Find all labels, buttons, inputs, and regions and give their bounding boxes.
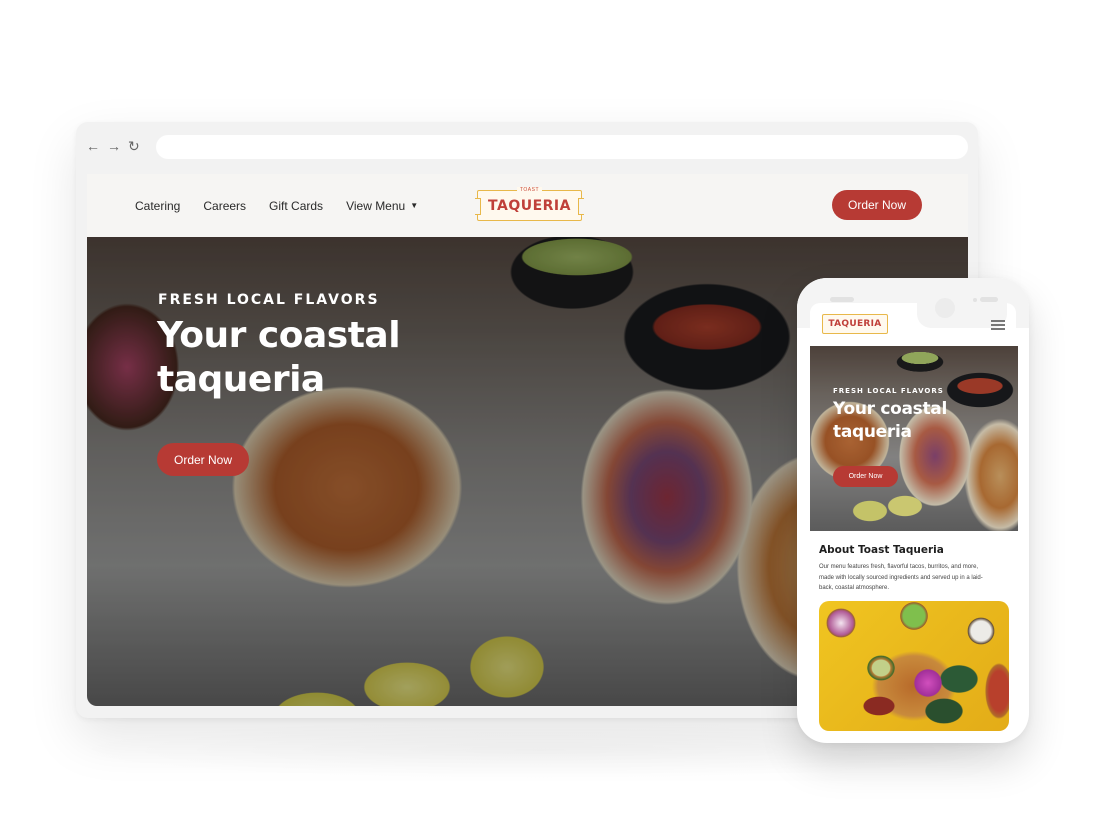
- about-text: Our menu features fresh, flavorful tacos…: [819, 564, 983, 591]
- reload-icon[interactable]: ↻: [128, 137, 140, 155]
- nav-careers[interactable]: Careers: [203, 199, 246, 213]
- hero-title: Your coastal taqueria: [157, 315, 401, 400]
- browser-toolbar: ← → ↻: [76, 122, 978, 172]
- mobile-hero-eyebrow: FRESH LOCAL FLAVORS: [833, 387, 944, 395]
- logo-subtext: TOAST: [516, 187, 543, 193]
- caret-down-icon: ▼: [410, 200, 419, 210]
- hero-eyebrow: FRESH LOCAL FLAVORS: [158, 292, 380, 308]
- nav-view-menu-label: View Menu: [346, 198, 406, 213]
- ingredients-image: [819, 601, 1009, 731]
- nav-catering[interactable]: Catering: [135, 199, 180, 213]
- back-arrow-icon[interactable]: ←: [86, 137, 100, 155]
- forward-arrow-icon[interactable]: →: [107, 137, 121, 155]
- sensor-dot: [973, 298, 977, 302]
- mobile-header: TAQUERIA: [797, 308, 1029, 346]
- status-pill: [830, 297, 854, 302]
- logo-text: TAQUERIA: [488, 197, 571, 214]
- order-now-button-hero[interactable]: Order Now: [157, 443, 249, 476]
- mobile-hero-title: Your coastal taqueria: [833, 399, 948, 442]
- main-nav: Catering Careers Gift Cards View Menu ▼: [135, 174, 441, 237]
- order-now-button-header[interactable]: Order Now: [832, 190, 922, 220]
- phone-mockup: TAQUERIA FRESH LOCAL FLAVORS Your coasta…: [797, 278, 1029, 743]
- mobile-order-now-button[interactable]: Order Now: [833, 466, 898, 487]
- about-title: About Toast Taqueria: [819, 544, 944, 556]
- mobile-logo-text: TAQUERIA: [828, 319, 882, 329]
- nav-view-menu[interactable]: View Menu ▼: [346, 199, 418, 213]
- address-bar[interactable]: [156, 135, 968, 159]
- logo[interactable]: TOAST TAQUERIA: [475, 187, 584, 221]
- speaker-grille: [980, 297, 998, 302]
- mobile-logo[interactable]: TAQUERIA: [822, 314, 888, 334]
- site-header: Catering Careers Gift Cards View Menu ▼ T…: [87, 174, 968, 237]
- hamburger-menu-icon[interactable]: [991, 320, 1005, 330]
- nav-gift-cards[interactable]: Gift Cards: [269, 199, 323, 213]
